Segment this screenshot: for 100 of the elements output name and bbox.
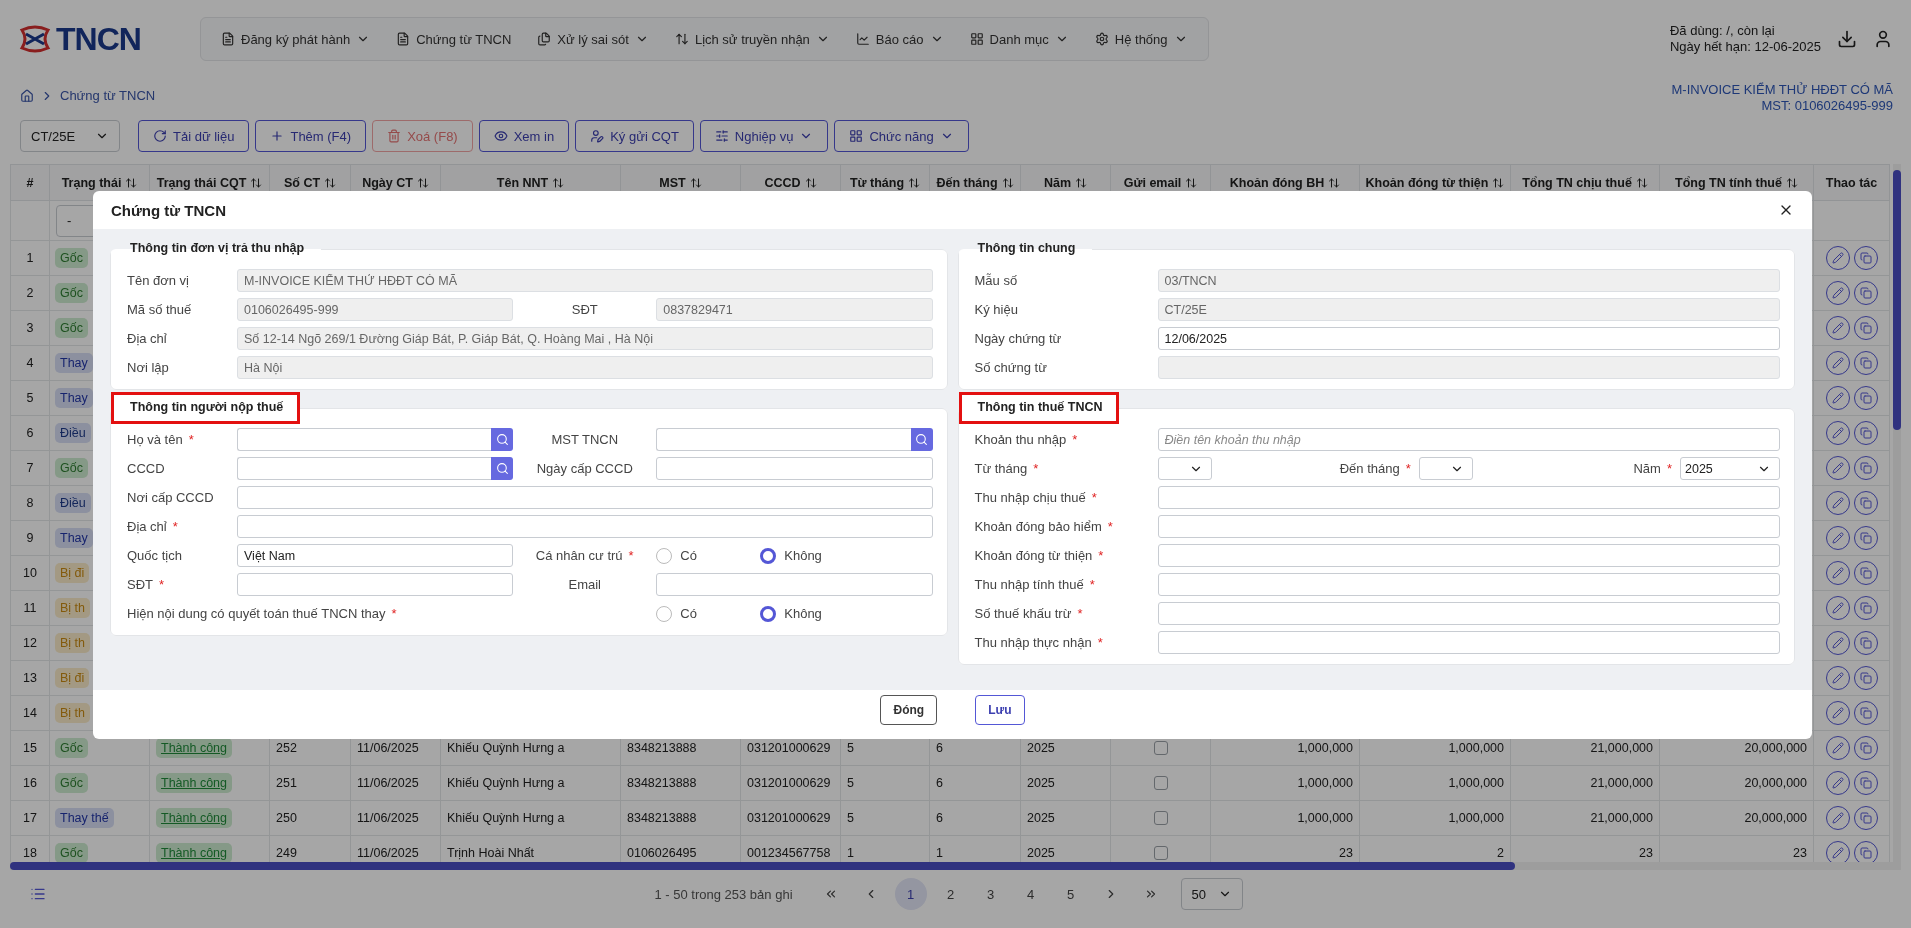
logo-text: TNCN	[56, 20, 141, 58]
field-label: Đến tháng *	[1338, 461, 1412, 476]
field-label: SĐT	[570, 302, 599, 317]
status-badge: Bị th	[55, 598, 90, 618]
status-badge: Thành công	[156, 808, 233, 828]
field-label: Số chứng từ	[974, 360, 1048, 375]
table-cell: 14	[10, 695, 50, 731]
table-cell: 8348213888	[620, 800, 741, 836]
status-badge: Gốc	[55, 843, 88, 862]
table-cell: 13	[10, 660, 50, 696]
table-cell: 7	[10, 450, 50, 486]
section-title: Thông tin chung	[976, 240, 1077, 257]
status-badge: Gốc	[55, 773, 88, 793]
status-badge: Điều	[55, 493, 91, 513]
table-cell: 9	[10, 520, 50, 556]
table-cell: Khiếu Quỳnh Hưng a	[440, 800, 621, 836]
section-title: Thông tin đơn vị trả thu nhập	[129, 240, 306, 257]
field-label: Từ tháng *	[974, 461, 1040, 476]
status-badge: Thay	[55, 353, 93, 373]
status-badge: Gốc	[55, 318, 88, 338]
table-cell: 3	[10, 310, 50, 346]
table-cell: 5	[840, 765, 930, 801]
field-label: Email	[567, 577, 602, 592]
table-cell: 8	[10, 485, 50, 521]
field-label: Ký hiệu	[974, 302, 1019, 317]
table-cell: 1	[10, 240, 50, 276]
field-label: Quốc tịch	[127, 548, 183, 563]
field-label: Địa chỉ	[127, 331, 168, 346]
record-count: 1 - 50 trong 253 bản ghi	[654, 886, 793, 902]
status-badge: Thay	[55, 388, 93, 408]
input-field: Số 12-14 Ngõ 269/1 Đường Giáp Bát, P. Giáp Bát, Q. Hoàng Mai , Hà Nội	[237, 327, 933, 350]
field-label: Năm *	[1632, 461, 1673, 476]
table-cell: 8348213888	[620, 765, 741, 801]
field-label: Tên đơn vị	[127, 273, 190, 288]
field-label: Nơi cấp CCCD	[127, 490, 215, 505]
dialog-title: Chứng từ TNCN	[111, 201, 227, 219]
field-label: Địa chỉ *	[127, 519, 179, 534]
status-badge: Thay thế	[55, 808, 114, 828]
table-cell: 1,000,000	[1359, 765, 1511, 801]
status-badge: Thành công	[156, 843, 233, 862]
table-cell: Khiếu Quỳnh Hưng a	[440, 765, 621, 801]
company-name: M-INVOICE KIỂM THỬ HĐĐT CÓ MÃ	[1671, 82, 1893, 98]
status-badge: Thành công	[156, 773, 233, 793]
status-badge: Điều	[55, 423, 91, 443]
table-cell: 6	[10, 415, 50, 451]
input-field: CT/25E	[1157, 298, 1780, 321]
status-badge: Gốc	[55, 738, 88, 758]
table-cell: 15	[10, 730, 50, 766]
company-tax-code: MST: 0106026495-999	[1761, 98, 1893, 114]
table-cell: 17	[10, 800, 50, 836]
table-cell: 5	[10, 380, 50, 416]
status-badge: Thành công	[156, 738, 233, 758]
table-cell: 250	[269, 800, 351, 836]
input-field: 0106026495-999	[237, 298, 514, 321]
field-label: Ngày cấp CCCD	[535, 461, 634, 476]
status-badge: Thay	[55, 528, 93, 548]
table-cell: 21,000,000	[1510, 765, 1660, 801]
input-field: Hà Nội	[237, 356, 933, 379]
status-badge: Bị th	[55, 703, 90, 723]
field-label: Ngày chứng từ	[974, 331, 1063, 346]
field-label: CCCD	[127, 461, 166, 476]
field-label: Hiện nội dung có quyết toán thuế TNCN thay *	[127, 606, 398, 621]
field-label: Thu nhập thực nhận *	[974, 635, 1104, 650]
table-cell: 11/06/2025	[350, 800, 441, 836]
field-label: Khoản thu nhập *	[974, 432, 1079, 447]
table-cell: 2	[10, 275, 50, 311]
table-cell: 12	[10, 625, 50, 661]
field-label: Thu nhập tính thuế *	[974, 577, 1096, 592]
input-field: M-INVOICE KIỂM THỬ HĐĐT CÓ MÃ	[237, 269, 933, 292]
usage-text: Đã dùng: /, còn lại	[1669, 23, 1776, 39]
field-label: Nơi lập	[127, 360, 170, 375]
field-label: Số thuế khấu trừ *	[974, 606, 1084, 621]
table-cell: 6	[929, 765, 1021, 801]
status-badge: Gốc	[55, 283, 88, 303]
table-cell: 20,000,000	[1659, 765, 1814, 801]
status-badge: Bị đi	[55, 668, 90, 688]
input-field: 03/TNCN	[1157, 269, 1780, 292]
table-cell: 251	[269, 765, 351, 801]
status-badge: Gốc	[55, 248, 88, 268]
table-cell: 1,000,000	[1210, 765, 1360, 801]
field-label: MST TNCN	[550, 432, 620, 447]
expiry-text: Ngày hết hạn: 12-06-2025	[1669, 39, 1821, 55]
table-cell: 2025	[1020, 765, 1111, 801]
table-cell: 10	[10, 555, 50, 591]
column-header: Thao tác	[1813, 164, 1890, 201]
table-cell: 4	[10, 345, 50, 381]
section-title: Thông tin người nộp thuế	[111, 392, 301, 424]
field-label: Khoản đóng từ thiện *	[974, 548, 1105, 563]
field-label: SĐT *	[127, 577, 166, 592]
status-badge: Gốc	[55, 458, 88, 478]
table-cell: 21,000,000	[1510, 800, 1660, 836]
table-cell: 1,000,000	[1359, 800, 1511, 836]
section-title: Thông tin thuế TNCN	[958, 392, 1120, 424]
table-cell: 11/06/2025	[350, 765, 441, 801]
field-label: Khoản đóng bảo hiểm *	[974, 519, 1114, 534]
status-badge: Bị đi	[55, 563, 90, 583]
field-label: Cá nhân cư trú *	[534, 548, 635, 563]
field-label: Họ và tên *	[127, 432, 195, 447]
table-cell: 16	[10, 765, 50, 801]
table-cell: 20,000,000	[1659, 800, 1814, 836]
